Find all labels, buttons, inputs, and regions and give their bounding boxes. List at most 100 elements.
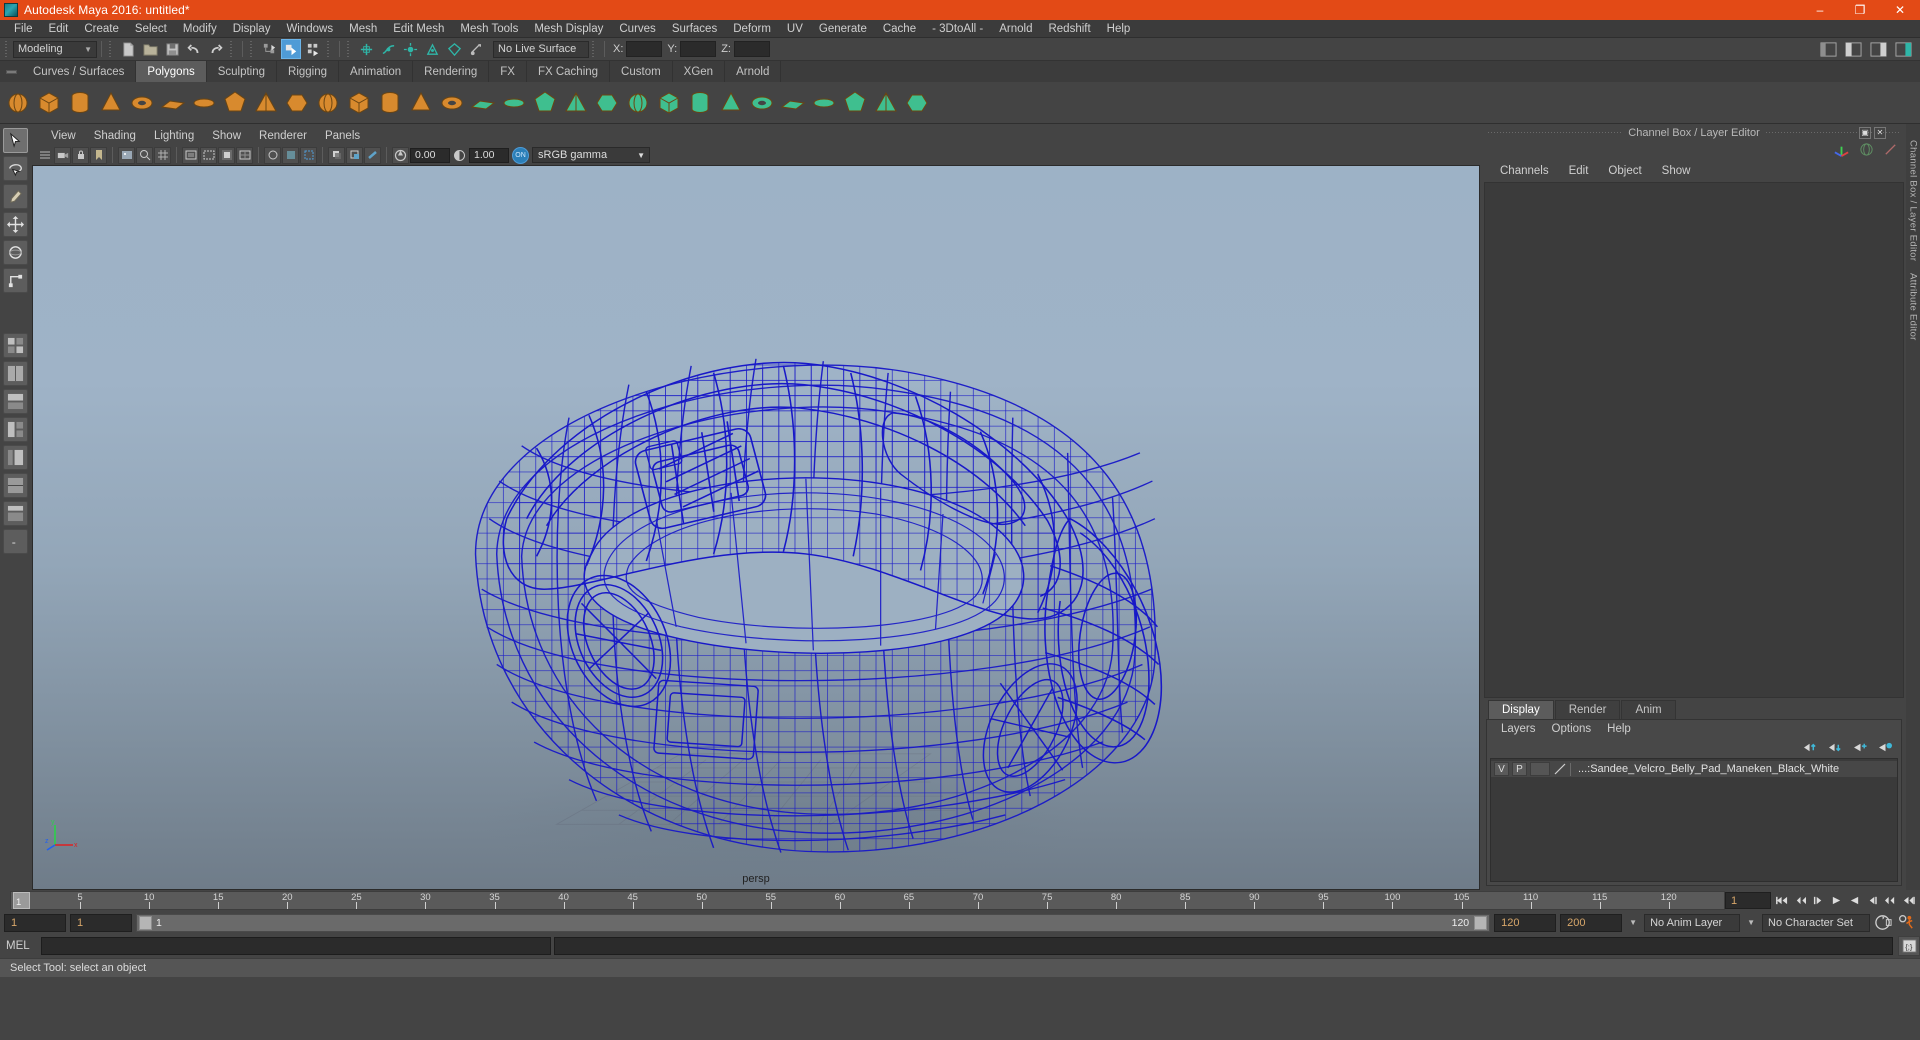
poly-bevel-icon[interactable]: [655, 89, 683, 117]
channel-box-menu-object[interactable]: Object: [1598, 165, 1651, 177]
layer-tab-anim[interactable]: Anim: [1621, 700, 1676, 719]
poly-cube-icon[interactable]: [35, 89, 63, 117]
make-live-icon[interactable]: [466, 39, 486, 59]
menu-item-surfaces[interactable]: Surfaces: [664, 20, 725, 38]
shelf-tab-xgen[interactable]: XGen: [672, 61, 726, 82]
play-forwards-icon[interactable]: [1846, 892, 1863, 909]
color-management-toggle[interactable]: ON: [512, 146, 529, 164]
image-plane-icon[interactable]: [118, 146, 135, 164]
layer-menu-layers[interactable]: Layers: [1493, 723, 1544, 735]
layout-single-icon[interactable]: [2, 361, 28, 386]
range-bar[interactable]: 1 120: [136, 913, 1491, 932]
exposure-input[interactable]: 0.00: [410, 147, 450, 163]
script-editor-icon[interactable]: {;}: [1898, 936, 1920, 956]
range-end-handle[interactable]: [1474, 915, 1488, 930]
menuset-dropdown[interactable]: Modeling ▼: [13, 40, 97, 58]
start-time-field[interactable]: 1: [4, 913, 66, 932]
save-scene-icon[interactable]: [162, 39, 182, 59]
shelf-tab-curves-surfaces[interactable]: Curves / Surfaces: [22, 61, 137, 82]
group-grip-snap[interactable]: [326, 40, 333, 58]
go-to-end-icon[interactable]: [1900, 892, 1917, 909]
chevron-down-icon[interactable]: ▼: [1626, 918, 1640, 927]
poly-append-icon[interactable]: [717, 89, 745, 117]
menu-item-edit[interactable]: Edit: [41, 20, 77, 38]
layout-three-pane-icon[interactable]: [2, 417, 28, 442]
shelf-tab-sculpting[interactable]: Sculpting: [206, 61, 278, 82]
go-to-start-icon[interactable]: [1774, 892, 1791, 909]
group-grip-coords[interactable]: [591, 40, 598, 58]
menu-item-windows[interactable]: Windows: [278, 20, 341, 38]
new-scene-icon[interactable]: [118, 39, 138, 59]
viewport-menu-shading[interactable]: Shading: [85, 130, 145, 142]
menu-item-uv[interactable]: UV: [779, 20, 811, 38]
poly-pipe-icon[interactable]: [314, 89, 342, 117]
end-time-field[interactable]: 200: [1560, 913, 1623, 932]
select-tool-icon[interactable]: [2, 128, 28, 153]
xray-toggle-icon[interactable]: [282, 146, 299, 164]
panel-grip-left[interactable]: [1488, 132, 1623, 133]
step-back-key-icon[interactable]: [1792, 892, 1809, 909]
snap-to-curve-icon[interactable]: [378, 39, 398, 59]
poly-triangulate-icon[interactable]: [841, 89, 869, 117]
new-layer-icon[interactable]: [1853, 741, 1868, 754]
shelf-tab-rigging[interactable]: Rigging: [277, 61, 340, 82]
move-tool-icon[interactable]: [2, 212, 28, 237]
range-start-handle[interactable]: [139, 915, 152, 930]
viewport-menu-renderer[interactable]: Renderer: [250, 130, 316, 142]
layout-persp-graph-icon[interactable]: [2, 473, 28, 498]
menu-item-create[interactable]: Create: [76, 20, 127, 38]
panel-menu-icon[interactable]: [36, 147, 53, 164]
rotate-tool-icon[interactable]: [2, 240, 28, 265]
menu-item-cache[interactable]: Cache: [875, 20, 924, 38]
close-button[interactable]: ✕: [1880, 0, 1920, 20]
layout-four-view-icon[interactable]: [2, 333, 28, 358]
viewport-menu-view[interactable]: View: [42, 130, 85, 142]
group-grip-snap2[interactable]: [346, 40, 353, 58]
snap-to-point-icon[interactable]: [400, 39, 420, 59]
maximize-button[interactable]: ❐: [1840, 0, 1880, 20]
group-grip-file[interactable]: [108, 40, 115, 58]
command-input[interactable]: [41, 937, 551, 955]
layer-menu-help[interactable]: Help: [1599, 723, 1639, 735]
menu-item-deform[interactable]: Deform: [725, 20, 779, 38]
shadows-icon[interactable]: [328, 146, 345, 164]
resolution-gate-icon[interactable]: [200, 146, 217, 164]
close-icon[interactable]: ✕: [1874, 126, 1886, 139]
poly-smooth-icon[interactable]: [593, 89, 621, 117]
select-by-component-icon[interactable]: [303, 39, 323, 59]
poly-cone-icon[interactable]: [97, 89, 125, 117]
step-back-frame-icon[interactable]: [1810, 892, 1827, 909]
poly-wedge-icon[interactable]: [779, 89, 807, 117]
channel-box-menu-channels[interactable]: Channels: [1490, 165, 1559, 177]
gamma-input[interactable]: 1.00: [469, 147, 509, 163]
channel-box-content[interactable]: [1484, 182, 1904, 698]
bookmark-icon[interactable]: [90, 146, 107, 164]
paint-select-tool-icon[interactable]: [2, 184, 28, 209]
layout-more-icon[interactable]: -: [2, 529, 28, 554]
playback-end-field[interactable]: 120: [1494, 913, 1557, 932]
poly-booleans-icon[interactable]: [562, 89, 590, 117]
channel-box-menu-edit[interactable]: Edit: [1559, 165, 1599, 177]
transform-axis-icon[interactable]: [1833, 141, 1850, 158]
gate-mask-icon[interactable]: [218, 146, 235, 164]
shelf-tab-arnold[interactable]: Arnold: [725, 61, 782, 82]
snap-to-projected-center-icon[interactable]: [422, 39, 442, 59]
poly-disc-icon[interactable]: [190, 89, 218, 117]
grid-toggle-icon[interactable]: [154, 146, 171, 164]
menu-item-redshift[interactable]: Redshift: [1040, 20, 1098, 38]
menu-item-curves[interactable]: Curves: [611, 20, 663, 38]
color-profile-dropdown[interactable]: sRGB gamma ▼: [532, 147, 650, 163]
layout-persp-outliner-icon[interactable]: [2, 445, 28, 470]
poly-helix-icon[interactable]: [345, 89, 373, 117]
menu-item-mesh-display[interactable]: Mesh Display: [526, 20, 611, 38]
open-scene-icon[interactable]: [140, 39, 160, 59]
layer-shading-toggle[interactable]: [1530, 762, 1550, 776]
viewport-menu-show[interactable]: Show: [203, 130, 250, 142]
menu-item-display[interactable]: Display: [225, 20, 279, 38]
two-d-pan-zoom-icon[interactable]: [136, 146, 153, 164]
channel-box-toggle-icon[interactable]: [1893, 39, 1913, 59]
layer-row[interactable]: V P ...:Sandee_Velcro_Belly_Pad_Maneken_Bl…: [1491, 761, 1897, 777]
snap-to-grid-icon[interactable]: [356, 39, 376, 59]
attribute-editor-toggle-icon[interactable]: [1868, 39, 1888, 59]
poly-mirror-icon[interactable]: [748, 89, 776, 117]
